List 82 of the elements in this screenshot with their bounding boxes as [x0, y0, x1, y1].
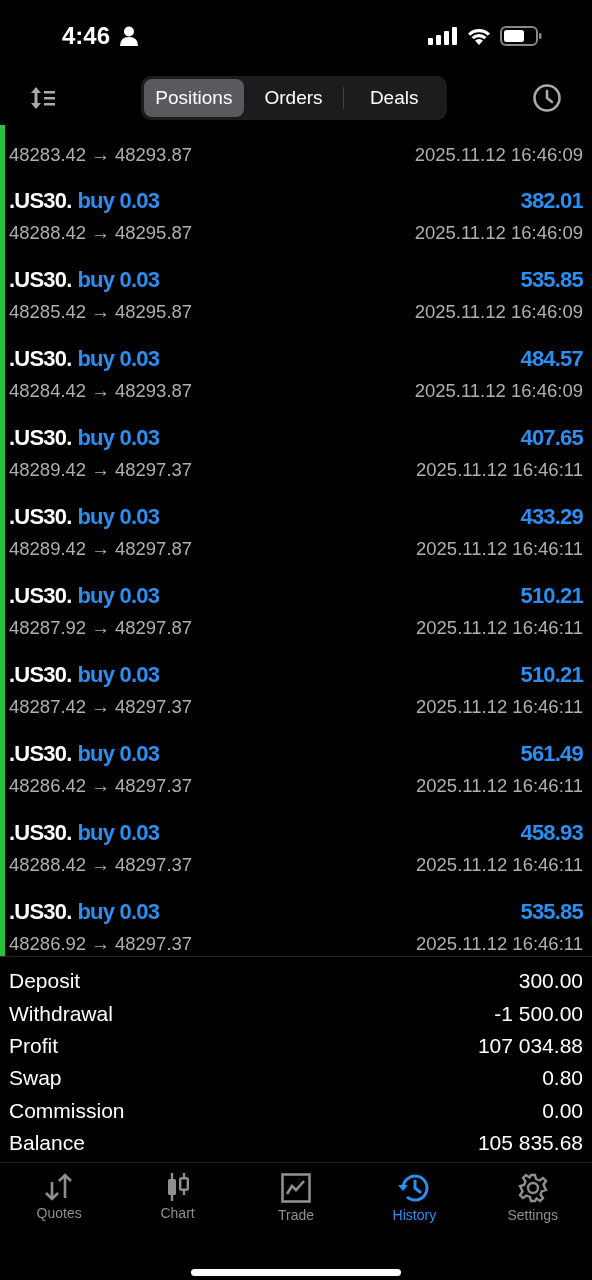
- trade-side: buy 0.03: [77, 424, 160, 451]
- trade-side: buy 0.03: [77, 345, 160, 372]
- profit-value: 535.85: [520, 898, 583, 925]
- symbol: .US30.: [9, 266, 72, 293]
- timestamp: 2025.11.12 16:46:09: [414, 379, 583, 402]
- price-range: 48289.42 → 48297.87: [9, 537, 193, 560]
- symbol: .US30.: [9, 898, 72, 925]
- price-range: 48285.42 → 48295.87: [9, 300, 193, 323]
- wifi-icon: [466, 26, 492, 46]
- line-chart-icon: [280, 1173, 311, 1203]
- tab-bar-item[interactable]: Quotes: [4, 1173, 115, 1247]
- summary-label: Profit: [9, 1033, 58, 1058]
- trade-side: buy 0.03: [77, 266, 160, 293]
- timestamp: 2025.11.12 16:46:11: [416, 853, 583, 876]
- summary-value: 0.80: [542, 1066, 583, 1091]
- trade-side: buy 0.03: [77, 661, 160, 688]
- timestamp: 2025.11.12 16:46:09: [414, 221, 583, 244]
- person-icon: [120, 26, 139, 46]
- settings-icon: [517, 1173, 548, 1203]
- timestamp: 2025.11.12 16:46:09: [414, 300, 583, 323]
- summary-label: Commission: [9, 1098, 125, 1123]
- timestamp: 2025.11.12 16:46:09: [414, 144, 583, 166]
- profit-value: 458.93: [520, 819, 583, 846]
- timestamp: 2025.11.12 16:46:11: [416, 932, 583, 955]
- profit-value: 382.01: [520, 187, 583, 214]
- timestamp: 2025.11.12 16:46:11: [416, 537, 583, 560]
- summary-label: Swap: [9, 1066, 62, 1091]
- symbol: .US30.: [9, 345, 72, 372]
- summary-value: -1 500.00: [494, 1001, 583, 1026]
- profit-value: 433.29: [520, 503, 583, 530]
- price-range: 48287.42 → 48297.37: [9, 695, 193, 718]
- trade-side: buy 0.03: [77, 503, 160, 530]
- trade-side: buy 0.03: [77, 582, 160, 609]
- summary-label: Deposit: [9, 969, 81, 994]
- timestamp: 2025.11.12 16:46:11: [416, 695, 583, 718]
- summary-label: Balance: [9, 1131, 85, 1156]
- segment-tab[interactable]: Orders: [243, 79, 344, 117]
- trade-side: buy 0.03: [77, 740, 160, 767]
- clock-icon[interactable]: [532, 83, 562, 113]
- sort-icon[interactable]: [30, 86, 56, 110]
- status-time: 4:46: [62, 22, 111, 50]
- symbol: .US30.: [9, 661, 72, 688]
- profit-value: 510.21: [520, 661, 583, 688]
- symbol: .US30.: [9, 187, 72, 214]
- symbol: .US30.: [9, 582, 72, 609]
- trade-side: buy 0.03: [77, 898, 160, 925]
- price-range: 48289.42 → 48297.37: [9, 458, 193, 481]
- tab-bar-item[interactable]: Settings: [477, 1173, 588, 1247]
- profit-value: 484.57: [520, 345, 583, 372]
- summary-value: 107 034.88: [477, 1033, 583, 1058]
- segment-tab[interactable]: Positions: [144, 79, 244, 117]
- trade-side: buy 0.03: [77, 819, 160, 846]
- segment-tab[interactable]: Deals: [344, 79, 444, 117]
- history-icon: [397, 1173, 432, 1203]
- summary-value: 300.00: [518, 969, 583, 994]
- symbol: .US30.: [9, 503, 72, 530]
- symbol: .US30.: [9, 819, 72, 846]
- price-range: 48287.92 → 48297.87: [9, 616, 193, 639]
- symbol: .US30.: [9, 740, 72, 767]
- profit-value: 561.49: [520, 740, 583, 767]
- battery-icon: [500, 26, 542, 46]
- symbol: .US30.: [9, 424, 72, 451]
- timestamp: 2025.11.12 16:46:11: [416, 616, 583, 639]
- trade-side: buy 0.03: [77, 187, 160, 214]
- tab-bar-item[interactable]: History: [359, 1173, 470, 1247]
- timestamp: 2025.11.12 16:46:11: [416, 458, 583, 481]
- price-range: 48283.42 → 48293.87: [9, 144, 193, 166]
- price-range: 48288.42 → 48297.37: [9, 853, 193, 876]
- price-range: 48286.42 → 48297.37: [9, 774, 193, 797]
- price-range: 48288.42 → 48295.87: [9, 221, 193, 244]
- tab-bar-item[interactable]: Chart: [122, 1173, 233, 1247]
- signal-icon: [428, 27, 458, 45]
- summary-value: 0.00: [542, 1098, 583, 1123]
- timestamp: 2025.11.12 16:46:11: [416, 774, 583, 797]
- price-range: 48284.42 → 48293.87: [9, 379, 193, 402]
- profit-value: 510.21: [520, 582, 583, 609]
- profit-value: 407.65: [520, 424, 583, 451]
- tab-bar-item[interactable]: Trade: [240, 1173, 351, 1247]
- price-range: 48286.92 → 48297.37: [9, 932, 193, 955]
- profit-value: 535.85: [520, 266, 583, 293]
- summary-value: 105 835.68: [477, 1131, 583, 1156]
- summary-label: Withdrawal: [9, 1001, 113, 1026]
